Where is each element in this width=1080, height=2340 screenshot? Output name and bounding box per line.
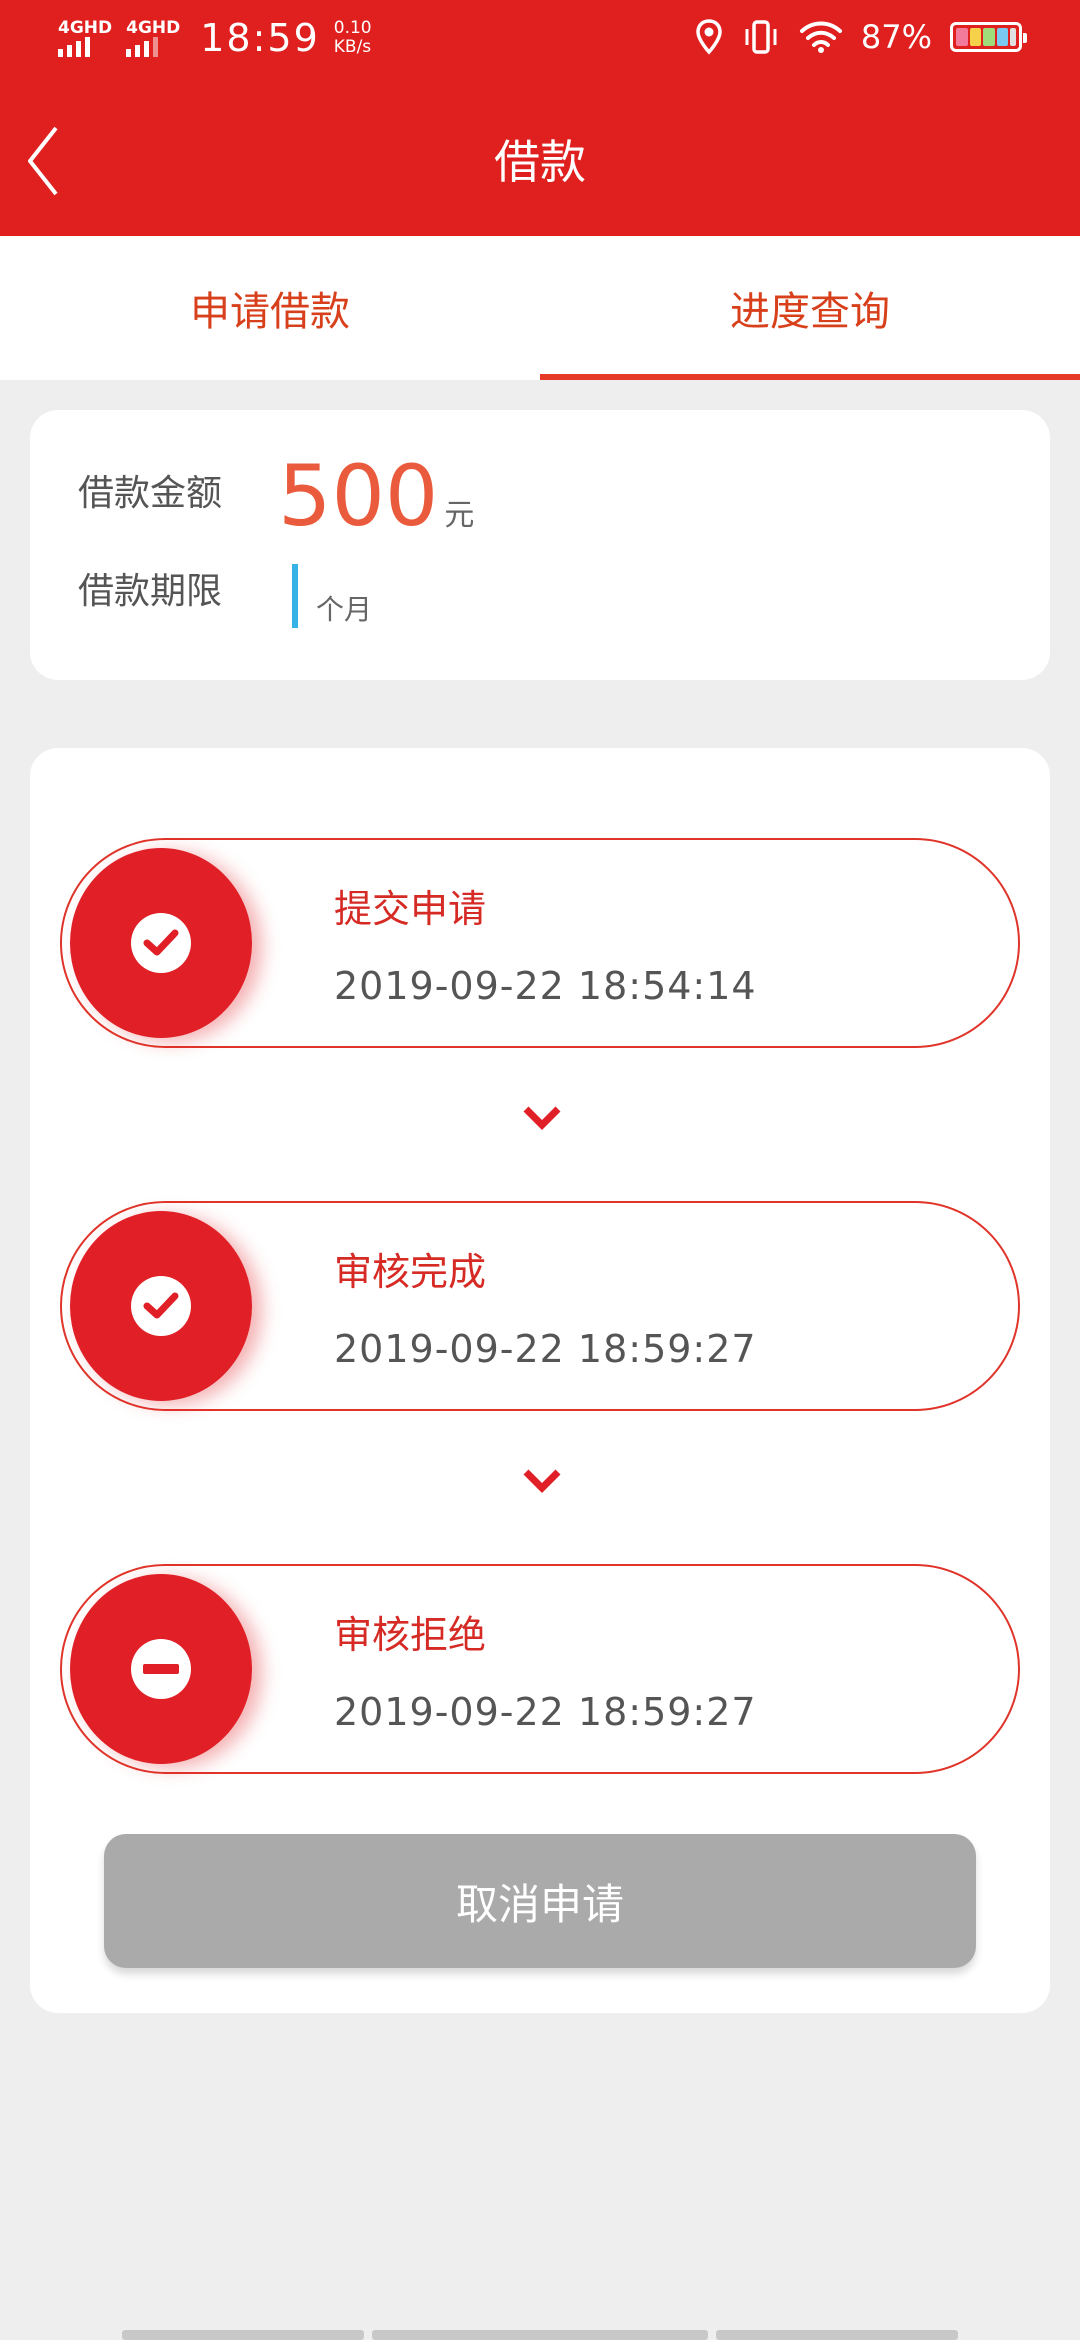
minus-icon: [143, 1664, 179, 1674]
signal-label-2: 4GHD: [126, 18, 181, 38]
nav-bar: 借款: [0, 82, 1080, 236]
tab-progress-query[interactable]: 进度查询: [540, 236, 1080, 380]
step-title: 提交申请: [334, 887, 487, 931]
term-row: 借款期限 个月: [78, 562, 372, 628]
amount-unit: 元: [444, 498, 475, 533]
step-status-circle: [70, 1574, 252, 1764]
amount-row: 借款金额 500 元: [78, 454, 474, 538]
check-icon: [143, 1292, 179, 1319]
signal-bars-icon: [58, 37, 90, 57]
signal-label-1: 4GHD: [58, 18, 113, 38]
tab-apply-loan[interactable]: 申请借款: [0, 236, 540, 380]
cancel-application-button[interactable]: 取消申请: [104, 1834, 976, 1968]
network-speed: 0.10 KB/s: [334, 19, 372, 57]
term-input-cursor[interactable]: [292, 564, 298, 628]
location-icon: [696, 19, 722, 55]
term-label: 借款期限: [78, 571, 223, 612]
step-status-circle: [70, 848, 252, 1038]
status-right: 87%: [695, 18, 1027, 56]
battery-icon: [950, 22, 1027, 52]
status-bar: 4GHD 4GHD 18:59 0.10 KB/s 87%: [0, 0, 1080, 82]
battery-percent: 87%: [860, 18, 932, 56]
step-title: 审核拒绝: [334, 1613, 487, 1657]
step-time: 2019-09-22 18:59:27: [334, 1690, 757, 1734]
network-speed-value: 0.10: [333, 18, 372, 38]
term-unit: 个月: [316, 593, 373, 626]
step-title: 审核完成: [334, 1250, 487, 1294]
signal-indicator-1: 4GHD: [58, 19, 112, 57]
step-time: 2019-09-22 18:54:14: [334, 964, 757, 1008]
step-status-circle: [70, 1211, 252, 1401]
chevron-down-icon: [523, 1469, 561, 1493]
network-speed-unit: KB/s: [333, 37, 372, 57]
amount-value: 500: [278, 447, 439, 545]
loan-summary-card: 借款金额 500 元 借款期限 个月: [30, 410, 1050, 680]
step-review-complete: 审核完成 2019-09-22 18:59:27: [60, 1201, 1020, 1411]
clock: 18:59: [200, 16, 320, 60]
wifi-icon: [799, 21, 842, 53]
chevron-down-icon: [523, 1106, 561, 1130]
bottom-indicator: [0, 2330, 1080, 2340]
step-time: 2019-09-22 18:59:27: [334, 1327, 757, 1371]
status-left: 4GHD 4GHD 18:59 0.10 KB/s: [58, 16, 372, 60]
progress-card: 提交申请 2019-09-22 18:54:14 审核完成 2019-09-22…: [30, 748, 1050, 2013]
signal-bars-icon: [126, 37, 159, 57]
check-icon: [143, 929, 179, 956]
step-review-rejected: 审核拒绝 2019-09-22 18:59:27: [60, 1564, 1020, 1774]
tab-bar: 申请借款 进度查询: [0, 236, 1080, 380]
signal-indicator-2: 4GHD: [126, 19, 180, 57]
vibrate-icon: [745, 20, 777, 54]
amount-label: 借款金额: [78, 473, 223, 514]
step-submit: 提交申请 2019-09-22 18:54:14: [60, 838, 1020, 1048]
page-title: 借款: [494, 135, 586, 189]
